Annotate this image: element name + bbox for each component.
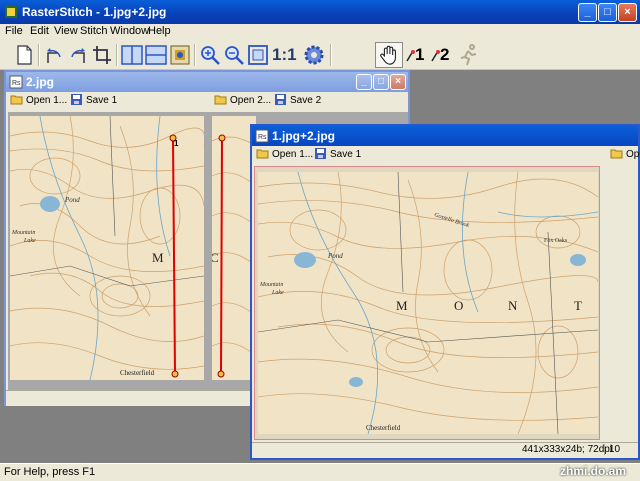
map-label-lake: Lake	[23, 238, 36, 244]
window-2-title: 2.jpg	[26, 75, 55, 89]
settings-gear-icon[interactable]	[302, 43, 326, 67]
open-1-label: Open 1...	[26, 95, 68, 106]
save-disk-icon	[275, 94, 286, 105]
zoom-in-icon[interactable]	[198, 43, 222, 67]
open-2-label: Open 2...	[230, 95, 272, 106]
actual-size-button[interactable]: 1:1	[272, 43, 298, 67]
map-label-m: M	[152, 250, 164, 265]
map-label-c: C	[212, 250, 219, 265]
window-2-minimize-button[interactable]: _	[356, 74, 372, 90]
stacked-icon[interactable]	[144, 43, 168, 67]
open-folder-icon	[10, 95, 23, 105]
open-folder-icon	[256, 149, 269, 159]
fit-window-icon[interactable]	[246, 43, 270, 67]
stitched-open-2-button[interactable]: Op	[610, 148, 639, 162]
map-label-pond: Pond	[64, 196, 80, 204]
toolbar: 1:1 1 2	[0, 40, 640, 70]
topo-map-left: Pond Mountain Lake M Chesterfield 1	[10, 116, 204, 380]
window-2-title-bar: Rs 2.jpg _ □ ×	[6, 72, 408, 92]
point-1-icon	[406, 50, 415, 62]
save-2-button[interactable]: Save 2	[274, 94, 321, 108]
window-2-maximize-button[interactable]: □	[373, 74, 389, 90]
stitched-save-1-label: Save 1	[330, 149, 362, 160]
stitch-icon[interactable]	[168, 43, 192, 67]
main-window-title: RasterStitch - 1.jpg+2.jpg	[22, 5, 167, 19]
open-2-button[interactable]: Open 2...	[214, 94, 271, 108]
map-label-chesterfield: Chesterfield	[120, 369, 155, 377]
menu-bar: File Edit View Stitch Window Help	[0, 24, 640, 40]
save-2-label: Save 2	[290, 95, 322, 106]
watermark: zhmi.do.am	[560, 464, 627, 478]
marker-1-top: 1	[174, 139, 179, 148]
stitched-label-fox-oaks: Fox Oaks	[544, 238, 568, 244]
app-icon	[5, 6, 17, 18]
menu-window[interactable]: Window	[110, 25, 149, 37]
left-pane-toolbar: Open 1... Save 1	[6, 92, 206, 110]
point-2-label: 2	[440, 45, 450, 64]
close-button[interactable]: ×	[618, 3, 637, 22]
window-2-close-button[interactable]: ×	[390, 74, 406, 90]
point-1-label: 1	[415, 45, 425, 64]
auto-stitch-icon[interactable]	[456, 43, 480, 67]
left-map-image[interactable]: Pond Mountain Lake M Chesterfield 1	[10, 116, 204, 380]
stitched-right-toolbar: Op	[606, 146, 639, 164]
stitched-label-n: N	[508, 298, 518, 313]
window-1-jpg-2-jpg[interactable]: Rs 1.jpg+2.jpg Open 1... Save 1 Op Pond …	[250, 124, 640, 460]
menu-edit[interactable]: Edit	[30, 25, 49, 37]
point-2-button[interactable]: 2	[430, 43, 454, 67]
menu-view[interactable]: View	[54, 25, 78, 37]
new-document-icon[interactable]	[12, 43, 36, 67]
document-icon: Rs	[9, 75, 23, 89]
window-1-title: 1.jpg+2.jpg	[272, 129, 336, 143]
stitched-label-chesterfield: Chesterfield	[366, 424, 401, 432]
zoom-out-icon[interactable]	[222, 43, 246, 67]
stitched-map-image[interactable]: Pond Mountain Lake Gostello Brook Fox Oa…	[258, 172, 598, 434]
menu-help[interactable]: Help	[148, 25, 171, 37]
stitched-label-pond: Pond	[327, 252, 343, 260]
zoom-readout: 10	[604, 444, 620, 455]
svg-text:Rs: Rs	[12, 80, 21, 87]
save-1-label: Save 1	[86, 95, 118, 106]
save-disk-icon	[315, 148, 326, 159]
hand-pan-icon	[380, 45, 396, 65]
save-1-button[interactable]: Save 1	[70, 94, 117, 108]
stitched-open-2-label: Op	[626, 149, 640, 160]
stitched-open-1-button[interactable]: Open 1...	[256, 148, 313, 162]
maximize-button[interactable]: □	[598, 3, 617, 22]
window-1-status-bar: 441x333x24b; 72dpi 10	[252, 442, 638, 458]
point-1-button[interactable]: 1	[405, 43, 429, 67]
stitched-label-mountain: Mountain	[259, 282, 283, 288]
stitched-label-lake: Lake	[271, 290, 284, 296]
document-icon: Rs	[255, 129, 269, 143]
open-folder-icon	[214, 95, 227, 105]
menu-file[interactable]: File	[5, 25, 23, 37]
crop-icon[interactable]	[90, 43, 114, 67]
topo-map-stitched: Pond Mountain Lake Gostello Brook Fox Oa…	[258, 172, 598, 434]
image-info: 441x333x24b; 72dpi	[522, 444, 613, 455]
main-title-bar: RasterStitch - 1.jpg+2.jpg _ □ ×	[0, 0, 640, 24]
map-label-mountain: Mountain	[11, 230, 35, 236]
side-by-side-icon[interactable]	[120, 43, 144, 67]
status-bar: For Help, press F1 zhmi.do.am	[0, 463, 640, 481]
stitched-label-gostello: Gostello Brook	[433, 212, 470, 229]
stitched-open-1-label: Open 1...	[272, 149, 314, 160]
open-folder-icon	[610, 149, 623, 159]
rotate-right-icon[interactable]	[66, 43, 90, 67]
stitched-label-m: M	[396, 298, 408, 313]
status-text: For Help, press F1	[4, 466, 96, 478]
stitched-label-o: O	[454, 298, 463, 313]
stitched-pane-toolbar: Open 1... Save 1	[252, 146, 602, 164]
hand-pan-button[interactable]	[375, 42, 403, 68]
save-disk-icon	[71, 94, 82, 105]
rotate-left-icon[interactable]	[42, 43, 66, 67]
stitched-save-1-button[interactable]: Save 1	[314, 148, 361, 162]
window-1-title-bar: Rs 1.jpg+2.jpg	[252, 126, 638, 146]
minimize-button[interactable]: _	[578, 3, 597, 22]
stitched-label-t: T	[574, 298, 582, 313]
menu-stitch[interactable]: Stitch	[80, 25, 108, 37]
point-2-icon	[431, 50, 440, 62]
svg-text:Rs: Rs	[258, 134, 267, 141]
right-pane-toolbar: Open 2... Save 2	[210, 92, 408, 110]
open-1-button[interactable]: Open 1...	[10, 94, 67, 108]
